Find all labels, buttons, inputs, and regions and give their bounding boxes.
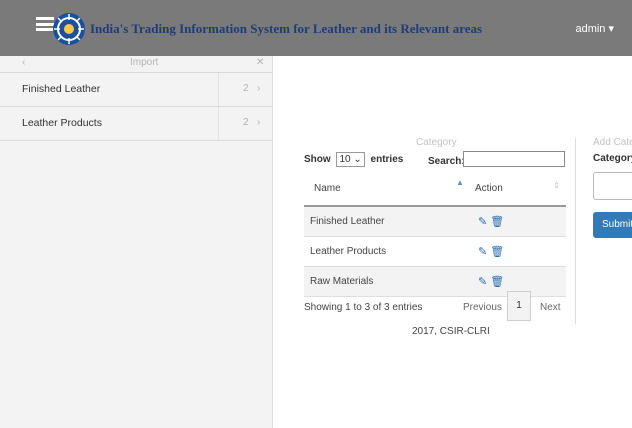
sort-icon: ⇕ [553, 181, 560, 190]
page-size-value: 10 [339, 154, 351, 165]
sidebar: ‹ Import ✕ Finished Leather 2 › Leather … [0, 56, 273, 428]
chevron-right-icon: › [257, 83, 261, 94]
category-panel-title: Category [416, 137, 457, 148]
sidebar-item-finished-leather[interactable]: Finished Leather 2 › [0, 73, 272, 107]
close-icon[interactable]: ✕ [256, 57, 264, 68]
edit-icon[interactable]: ✎ [478, 216, 487, 228]
previous-button[interactable]: Previous [463, 302, 502, 313]
search-input[interactable] [463, 151, 565, 167]
column-header-name[interactable]: Name ▲ [304, 172, 470, 207]
table-row: Finished Leather ✎ 🗑 [304, 206, 566, 237]
column-header-label: Action [475, 183, 503, 194]
add-category-title: Add Cate [593, 137, 632, 148]
chevron-down-icon: ⌄ [353, 154, 362, 165]
sidebar-item-leather-products[interactable]: Leather Products 2 › [0, 107, 272, 141]
sidebar-item-label: Finished Leather [22, 83, 101, 95]
table-row: Leather Products ✎ 🗑 [304, 236, 566, 267]
sidebar-heading: Import [130, 57, 159, 68]
category-table: Name ▲ Action ⇕ Finished Leather ✎ 🗑 Leat… [304, 172, 566, 297]
trash-icon[interactable]: 🗑 [490, 246, 504, 258]
sidebar-header: ‹ Import ✕ [0, 56, 272, 73]
submit-button[interactable]: Submit [593, 212, 632, 238]
row-name: Raw Materials [304, 266, 470, 297]
edit-icon[interactable]: ✎ [478, 246, 487, 258]
show-label: Show [304, 154, 331, 165]
csir-logo [53, 13, 85, 45]
admin-user-menu[interactable]: admin ▾ [575, 22, 614, 35]
sidebar-item-count: 2 › [218, 73, 273, 106]
trash-icon[interactable]: 🗑 [490, 216, 504, 228]
sort-asc-icon: ▲ [456, 178, 464, 187]
column-header-label: Name [314, 183, 341, 194]
panel-divider [575, 138, 576, 324]
trash-icon[interactable]: 🗑 [490, 276, 504, 288]
chevron-right-icon: › [257, 117, 261, 128]
table-info: Showing 1 to 3 of 3 entries [304, 302, 423, 313]
sidebar-item-label: Leather Products [22, 117, 102, 129]
edit-icon[interactable]: ✎ [478, 276, 487, 288]
top-navbar: India's Trading Information System for L… [0, 0, 632, 56]
back-chevron-icon[interactable]: ‹ [22, 57, 25, 68]
page-size-control: Show 10 ⌄ entries [304, 152, 403, 167]
next-button[interactable]: Next [540, 302, 561, 313]
search-label: Search: [428, 156, 465, 167]
page-size-select[interactable]: 10 ⌄ [336, 152, 365, 167]
footer-text: 2017, CSIR-CLRI [412, 326, 490, 337]
category-name-label: Category' [593, 153, 632, 164]
page-1-button[interactable]: 1 [507, 291, 531, 321]
app-title: India's Trading Information System for L… [90, 21, 483, 36]
count-badge: 2 [243, 117, 249, 128]
entries-label: entries [370, 154, 404, 165]
row-name: Leather Products [304, 236, 470, 267]
row-name: Finished Leather [304, 206, 470, 237]
sidebar-item-count: 2 › [218, 107, 273, 140]
category-name-input[interactable] [593, 172, 632, 200]
column-header-action[interactable]: Action ⇕ [470, 172, 566, 207]
count-badge: 2 [243, 83, 249, 94]
